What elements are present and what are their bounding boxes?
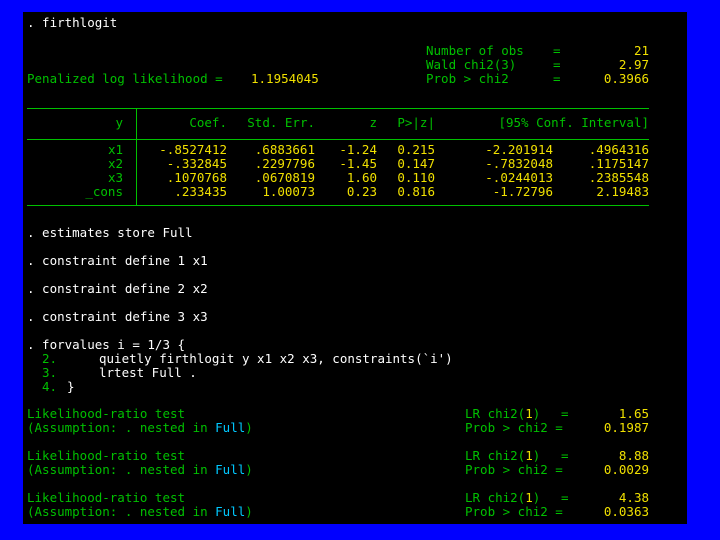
assumption-text: (Assumption: . nested in bbox=[27, 420, 216, 435]
model-link[interactable]: Full bbox=[215, 420, 245, 435]
z-cell: -1.45 bbox=[339, 156, 377, 171]
coef-cell: -.8527412 bbox=[159, 142, 227, 157]
var-name: x2 bbox=[107, 156, 123, 171]
col-header: z bbox=[369, 115, 377, 130]
command-line: . constraint define 3 x3 bbox=[27, 309, 208, 324]
table-divider bbox=[136, 108, 137, 205]
p-cell: 0.147 bbox=[397, 156, 435, 171]
prob-value: 0.0363 bbox=[603, 504, 649, 519]
ci-low-cell: -2.201914 bbox=[485, 142, 553, 157]
eq-sign: = bbox=[561, 448, 569, 463]
prob-label: Prob > chi2 = bbox=[465, 504, 563, 519]
command-line: . constraint define 1 x1 bbox=[27, 253, 208, 268]
model-link[interactable]: Full bbox=[215, 504, 245, 519]
coef-cell: .233435 bbox=[174, 184, 227, 199]
ll-value: 1.1954045 bbox=[251, 71, 319, 86]
p-cell: 0.110 bbox=[397, 170, 435, 185]
lr-value: 4.38 bbox=[618, 490, 649, 505]
se-cell: .2297796 bbox=[254, 156, 315, 171]
nobs-value: 21 bbox=[633, 43, 649, 58]
prob-label: Prob > chi2 = bbox=[465, 462, 563, 477]
lr-label-close: ) bbox=[532, 490, 541, 505]
prob-value: 0.3966 bbox=[603, 71, 649, 86]
ci-low-cell: -.7832048 bbox=[485, 156, 553, 171]
wald-label: Wald chi2(3) bbox=[426, 57, 517, 72]
wald-value: 2.97 bbox=[618, 57, 649, 72]
lr-label: LR chi2( bbox=[465, 448, 526, 463]
se-cell: 1.00073 bbox=[262, 184, 315, 199]
results-window: . firthlogit Number of obs = 21 Wald chi… bbox=[23, 12, 687, 524]
lr-label: LR chi2( bbox=[465, 406, 526, 421]
p-cell: 0.215 bbox=[397, 142, 435, 157]
var-name: x3 bbox=[107, 170, 123, 185]
table-rule-top bbox=[27, 108, 649, 109]
var-name: _cons bbox=[85, 184, 123, 199]
var-name: x1 bbox=[107, 142, 123, 157]
se-cell: .6883661 bbox=[254, 142, 315, 157]
lr-df: 1 bbox=[525, 490, 533, 505]
lrtest-title: Likelihood-ratio test bbox=[27, 406, 186, 421]
ci-high-cell: .4964316 bbox=[588, 142, 649, 157]
ci-high-cell: 2.19483 bbox=[596, 184, 649, 199]
lr-df: 1 bbox=[525, 448, 533, 463]
eq-sign: = bbox=[561, 490, 569, 505]
command-line: . estimates store Full bbox=[27, 225, 193, 240]
command-line: . constraint define 2 x2 bbox=[27, 281, 208, 296]
lr-label-close: ) bbox=[532, 448, 541, 463]
depvar-header: y bbox=[115, 115, 123, 130]
lrtest-title: Likelihood-ratio test bbox=[27, 448, 186, 463]
loop-line: lrtest Full . bbox=[99, 365, 197, 380]
col-header: [95% Conf. Interval] bbox=[498, 115, 649, 130]
command-line: . firthlogit bbox=[27, 15, 118, 30]
eq-sign: = bbox=[553, 43, 561, 58]
ci-low-cell: -1.72796 bbox=[492, 184, 553, 199]
assumption-close: ) bbox=[245, 462, 253, 477]
coef-cell: .1070768 bbox=[166, 170, 227, 185]
z-cell: 1.60 bbox=[346, 170, 377, 185]
col-header: Coef. bbox=[189, 115, 227, 130]
line-number: 4. bbox=[41, 379, 57, 394]
prob-value: 0.1987 bbox=[603, 420, 649, 435]
z-cell: 0.23 bbox=[346, 184, 377, 199]
eq-sign: = bbox=[561, 406, 569, 421]
assumption-close: ) bbox=[245, 504, 253, 519]
assumption-close: ) bbox=[245, 420, 253, 435]
lrtest-title: Likelihood-ratio test bbox=[27, 490, 186, 505]
p-cell: 0.816 bbox=[397, 184, 435, 199]
coef-cell: -.332845 bbox=[166, 156, 227, 171]
eq-sign: = bbox=[553, 71, 561, 86]
loop-line: quietly firthlogit y x1 x2 x3, constrain… bbox=[99, 351, 453, 366]
line-number: 2. bbox=[41, 351, 57, 366]
lr-df: 1 bbox=[525, 406, 533, 421]
table-rule-bottom bbox=[27, 205, 649, 206]
prob-label: Prob > chi2 = bbox=[465, 420, 563, 435]
assumption-text: (Assumption: . nested in bbox=[27, 462, 216, 477]
ll-label: Penalized log likelihood = bbox=[27, 71, 223, 86]
ci-high-cell: .2385548 bbox=[588, 170, 649, 185]
command-line: . forvalues i = 1/3 { bbox=[27, 337, 186, 352]
se-cell: .0670819 bbox=[254, 170, 315, 185]
loop-line: } bbox=[67, 379, 75, 394]
lr-label: LR chi2( bbox=[465, 490, 526, 505]
z-cell: -1.24 bbox=[339, 142, 377, 157]
assumption-text: (Assumption: . nested in bbox=[27, 504, 216, 519]
lr-value: 8.88 bbox=[618, 448, 649, 463]
nobs-label: Number of obs bbox=[426, 43, 524, 58]
ci-low-cell: -.0244013 bbox=[485, 170, 553, 185]
line-number: 3. bbox=[41, 365, 57, 380]
eq-sign: = bbox=[553, 57, 561, 72]
table-rule-mid bbox=[27, 139, 649, 140]
model-link[interactable]: Full bbox=[215, 462, 245, 477]
lr-label-close: ) bbox=[532, 406, 541, 421]
ci-high-cell: .1175147 bbox=[588, 156, 649, 171]
col-header: P>|z| bbox=[397, 115, 435, 130]
col-header: Std. Err. bbox=[247, 115, 315, 130]
prob-label: Prob > chi2 bbox=[426, 71, 509, 86]
lr-value: 1.65 bbox=[618, 406, 649, 421]
prob-value: 0.0029 bbox=[603, 462, 649, 477]
